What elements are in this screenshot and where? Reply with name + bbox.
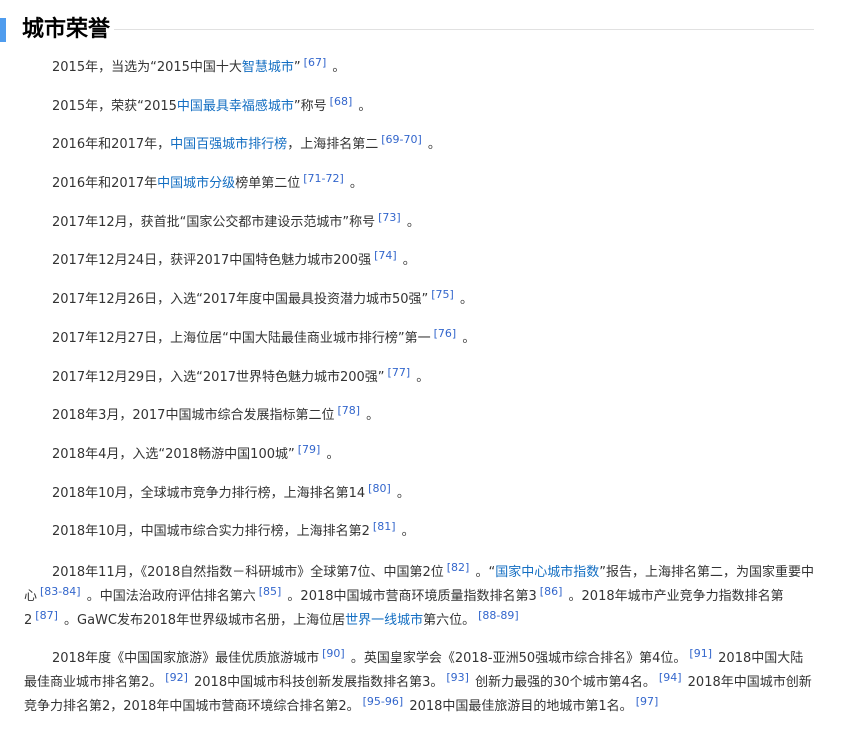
paragraph-text: 。“ — [471, 564, 496, 580]
citation-ref[interactable]: [75] — [431, 288, 454, 301]
citation-ref[interactable]: [69-70] — [381, 133, 422, 146]
paragraph-text: 。2018中国城市营商环境质量指数排名第3 — [283, 588, 537, 604]
wiki-link[interactable]: 国家中心城市指数 — [495, 565, 599, 580]
paragraph-text: 2015年，当选为“2015中国十大 — [52, 60, 242, 75]
paragraph-text: 。 — [322, 446, 340, 462]
paragraph-text: 2018年10月，中国城市综合实力排行榜，上海排名第2 — [52, 524, 370, 540]
paragraph-text: 2018年4月，入选“2018畅游中国100城” — [52, 446, 295, 462]
section-header: 城市荣誉 — [0, 14, 814, 46]
citation-ref[interactable]: [78] — [337, 404, 360, 417]
citation-ref[interactable]: [67] — [304, 56, 327, 69]
citation-ref[interactable]: [73] — [378, 211, 401, 224]
paragraph-text: 2018年11月，《2018自然指数－科研城市》全球第7位、中国第2位 — [52, 564, 444, 580]
citation-ref[interactable]: [85] — [259, 585, 282, 598]
section-divider — [114, 29, 814, 30]
honor-paragraph: 2018年度《中国国家旅游》最佳优质旅游城市 [90] 。英国皇家学会《2018-… — [0, 647, 848, 719]
paragraph-text: 2018中国最佳旅游目的地城市第1名。 — [405, 698, 633, 714]
wiki-link[interactable]: 中国百强城市排行榜 — [170, 137, 287, 152]
section-content: 2015年，当选为“2015中国十大智慧城市” [67] 。 2015年，荣获“20… — [0, 56, 848, 733]
honor-paragraph: 2018年10月，中国城市综合实力排行榜，上海排名第2 [81] 。 — [0, 520, 848, 542]
honor-paragraph: 2017年12月，获首批“国家公交都市建设示范城市”称号 [73] 。 — [0, 211, 848, 233]
citation-ref[interactable]: [81] — [373, 520, 396, 533]
citation-ref[interactable]: [74] — [374, 249, 397, 262]
paragraph-text: 创新力最强的30个城市第4名。 — [470, 674, 656, 690]
citation-ref[interactable]: [82] — [447, 561, 470, 574]
citation-ref[interactable]: [68] — [330, 95, 353, 108]
citation-ref[interactable]: [76] — [434, 327, 457, 340]
citation-ref[interactable]: [88-89] — [478, 609, 519, 622]
honor-paragraph: 2018年11月，《2018自然指数－科研城市》全球第7位、中国第2位 [82] … — [0, 561, 848, 633]
citation-ref[interactable]: [79] — [298, 443, 321, 456]
honor-paragraph: 2017年12月26日，入选“2017年度中国最具投资潜力城市50强” [75] … — [0, 288, 848, 310]
citation-ref[interactable]: [91] — [689, 647, 712, 660]
honor-paragraph: 2018年4月，入选“2018畅游中国100城” [79] 。 — [0, 443, 848, 465]
paragraph-text: 。 — [398, 253, 416, 269]
citation-ref[interactable]: [94] — [659, 671, 682, 684]
honor-paragraph: 2016年和2017年，中国百强城市排行榜，上海排名第二 [69-70] 。 — [0, 133, 848, 155]
citation-ref[interactable]: [83-84] — [40, 585, 81, 598]
page: 城市荣誉 2015年，当选为“2015中国十大智慧城市” [67] 。 2015年，… — [0, 0, 848, 730]
paragraph-text: 。 — [458, 330, 476, 346]
paragraph-text: 2017年12月24日，获评2017中国特色魅力城市200强 — [52, 253, 372, 269]
paragraph-text: 。 — [345, 176, 363, 192]
citation-ref[interactable]: [86] — [540, 585, 563, 598]
paragraph-text: 2016年和2017年， — [52, 137, 171, 153]
paragraph-text: 2018年度《中国国家旅游》最佳优质旅游城市 — [52, 650, 320, 666]
paragraph-text: 。 — [455, 292, 473, 308]
paragraph-text: 。 — [397, 524, 415, 540]
paragraph-text: 。 — [412, 369, 430, 385]
honor-paragraph: 2015年，荣获“2015中国最具幸福感城市”称号 [68] 。 — [0, 95, 848, 117]
paragraph-text: ，上海排名第二 — [287, 137, 379, 153]
citation-ref[interactable]: [95-96] — [363, 695, 404, 708]
citation-ref[interactable]: [71-72] — [303, 172, 344, 185]
paragraph-text: 2016年和2017年 — [52, 176, 158, 192]
wiki-link[interactable]: 智慧城市 — [242, 60, 294, 75]
wiki-link[interactable]: 世界一线城市 — [345, 613, 423, 628]
paragraph-text: 2017年12月27日，上海位居“中国大陆最佳商业城市排行榜”第一 — [52, 330, 431, 346]
paragraph-text: 。 — [402, 214, 420, 230]
paragraph-text: 。中国法治政府评估排名第六 — [82, 588, 256, 604]
paragraph-text: 。 — [423, 137, 441, 153]
citation-ref[interactable]: [87] — [35, 609, 58, 622]
paragraph-text: 2015年，荣获“2015 — [52, 98, 177, 114]
paragraph-text: ”称号 — [293, 98, 327, 114]
honor-paragraph: 2015年，当选为“2015中国十大智慧城市” [67] 。 — [0, 56, 848, 78]
wiki-link[interactable]: 中国城市分级 — [157, 176, 235, 191]
paragraph-text: 2018年10月，全球城市竞争力排行榜，上海排名第14 — [52, 485, 366, 501]
paragraph-text: 2017年12月26日，入选“2017年度中国最具投资潜力城市50强” — [52, 292, 429, 308]
honor-paragraph: 2016年和2017年中国城市分级榜单第二位 [71-72] 。 — [0, 172, 848, 194]
wiki-link[interactable]: 中国最具幸福感城市 — [177, 99, 294, 114]
paragraph-text: 2017年12月29日，入选“2017世界特色魅力城市200强” — [52, 369, 385, 385]
citation-ref[interactable]: [92] — [165, 671, 188, 684]
paragraph-text: 2018年3月，2017中国城市综合发展指标第二位 — [52, 408, 335, 424]
citation-ref[interactable]: [93] — [446, 671, 469, 684]
honor-paragraph: 2018年10月，全球城市竞争力排行榜，上海排名第14 [80] 。 — [0, 482, 848, 504]
paragraph-text: 。GaWC发布2018年世界级城市名册，上海位居 — [59, 612, 346, 628]
paragraph-text: 2018中国城市科技创新发展指数排名第3。 — [189, 674, 444, 690]
honor-paragraph: 2018年3月，2017中国城市综合发展指标第二位 [78] 。 — [0, 404, 848, 426]
citation-ref[interactable]: [77] — [388, 366, 411, 379]
honor-paragraph: 2017年12月29日，入选“2017世界特色魅力城市200强” [77] 。 — [0, 366, 848, 388]
citation-ref[interactable]: [97] — [636, 695, 659, 708]
honor-paragraph: 2017年12月27日，上海位居“中国大陆最佳商业城市排行榜”第一 [76] 。 — [0, 327, 848, 349]
paragraph-text: 2017年12月，获首批“国家公交都市建设示范城市”称号 — [52, 214, 376, 230]
paragraph-text: 。 — [392, 485, 410, 501]
paragraph-text: 。英国皇家学会《2018-亚洲50强城市综合排名》第4位。 — [346, 650, 687, 666]
honor-paragraph: 2017年12月24日，获评2017中国特色魅力城市200强 [74] 。 — [0, 249, 848, 271]
paragraph-text: 。 — [328, 60, 346, 75]
paragraph-text: 第六位。 — [423, 612, 476, 628]
paragraph-text: 。 — [362, 408, 380, 424]
section-title: 城市荣誉 — [22, 17, 111, 42]
citation-ref[interactable]: [80] — [368, 482, 391, 495]
paragraph-text: 。 — [354, 98, 372, 114]
paragraph-text: 榜单第二位 — [235, 176, 301, 192]
section-accent-bar — [0, 18, 6, 42]
paragraph-text: ” — [293, 60, 301, 75]
citation-ref[interactable]: [90] — [322, 647, 345, 660]
